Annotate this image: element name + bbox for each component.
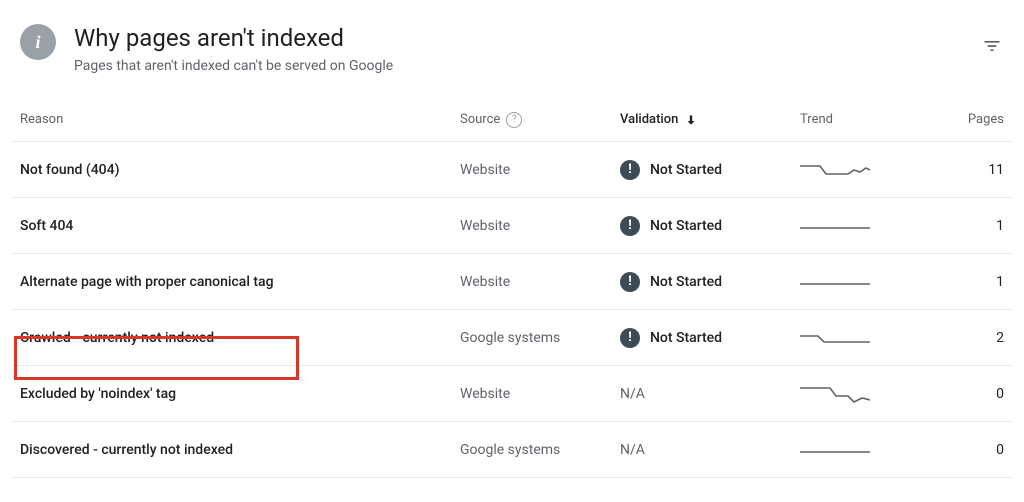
alert-icon: ! — [620, 216, 640, 236]
trend-cell — [800, 212, 920, 240]
reason-text: Excluded by 'noindex' tag — [20, 386, 176, 402]
source-cell: Website — [460, 218, 620, 234]
source-cell: Google systems — [460, 330, 620, 346]
validation-text: Not Started — [650, 330, 722, 346]
validation-cell: N/A — [620, 386, 800, 402]
col-pages-label: Pages — [968, 112, 1004, 127]
alert-icon: ! — [620, 272, 640, 292]
reason-cell: Excluded by 'noindex' tag — [20, 386, 460, 402]
validation-text: N/A — [620, 386, 645, 402]
trend-cell — [800, 380, 920, 408]
table-row[interactable]: Crawled - currently not indexed Google sy… — [12, 310, 1012, 366]
alert-icon: ! — [620, 328, 640, 348]
validation-cell: ! Not Started — [620, 272, 800, 292]
pages-cell: 1 — [920, 274, 1004, 290]
col-source[interactable]: Source ? — [460, 112, 620, 128]
validation-cell: ! Not Started — [620, 160, 800, 180]
col-reason-label: Reason — [20, 112, 63, 127]
sparkline-icon — [800, 212, 870, 240]
table-row[interactable]: Soft 404 Website! Not Started 1 — [12, 198, 1012, 254]
reason-text: Soft 404 — [20, 218, 73, 234]
reasons-table: Reason Source ? Validation Trend Pages N… — [12, 98, 1012, 478]
pages-cell: 11 — [920, 162, 1004, 178]
validation-text: Not Started — [650, 218, 722, 234]
table-row[interactable]: Not found (404) Website! Not Started 11 — [12, 142, 1012, 198]
col-reason[interactable]: Reason — [20, 112, 460, 127]
col-pages[interactable]: Pages — [920, 112, 1004, 127]
trend-cell — [800, 156, 920, 184]
table-body: Not found (404)Website!Not Started11Soft… — [12, 142, 1012, 478]
col-trend[interactable]: Trend — [800, 112, 920, 127]
validation-cell: ! Not Started — [620, 216, 800, 236]
page-header: i Why pages aren't indexed Pages that ar… — [12, 16, 1012, 98]
col-trend-label: Trend — [800, 112, 833, 127]
col-source-label: Source — [460, 112, 500, 127]
reason-cell: Discovered - currently not indexed — [20, 442, 460, 458]
sparkline-icon — [800, 268, 870, 296]
table-row[interactable]: Excluded by 'noindex' tag WebsiteN/A 0 — [12, 366, 1012, 422]
table-row[interactable]: Discovered - currently not indexed Google… — [12, 422, 1012, 478]
pages-cell: 2 — [920, 330, 1004, 346]
col-validation-label: Validation — [620, 112, 678, 127]
table-row[interactable]: Alternate page with proper canonical tag… — [12, 254, 1012, 310]
pages-cell: 0 — [920, 386, 1004, 402]
validation-text: N/A — [620, 442, 645, 458]
reason-text: Alternate page with proper canonical tag — [20, 274, 274, 290]
alert-icon: ! — [620, 160, 640, 180]
pages-cell: 0 — [920, 442, 1004, 458]
reason-text: Crawled - currently not indexed — [20, 330, 214, 346]
source-cell: Google systems — [460, 442, 620, 458]
page-title: Why pages aren't indexed — [74, 24, 1004, 52]
trend-cell — [800, 268, 920, 296]
trend-cell — [800, 324, 920, 352]
reason-cell: Alternate page with proper canonical tag — [20, 274, 460, 290]
reason-text: Not found (404) — [20, 162, 119, 178]
pages-cell: 1 — [920, 218, 1004, 234]
sparkline-icon — [800, 380, 870, 408]
col-validation[interactable]: Validation — [620, 112, 800, 127]
validation-text: Not Started — [650, 274, 722, 290]
source-cell: Website — [460, 386, 620, 402]
sparkline-icon — [800, 324, 870, 352]
reason-cell: Soft 404 — [20, 218, 460, 234]
sparkline-icon — [800, 156, 870, 184]
sort-descending-icon — [684, 113, 698, 127]
reason-text: Discovered - currently not indexed — [20, 442, 233, 458]
source-cell: Website — [460, 274, 620, 290]
help-icon[interactable]: ? — [506, 112, 522, 128]
validation-cell: N/A — [620, 442, 800, 458]
validation-text: Not Started — [650, 162, 722, 178]
reason-cell: Crawled - currently not indexed — [20, 330, 460, 346]
source-cell: Website — [460, 162, 620, 178]
sparkline-icon — [800, 436, 870, 464]
info-icon: i — [20, 24, 56, 60]
validation-cell: ! Not Started — [620, 328, 800, 348]
filter-button[interactable] — [980, 34, 1004, 58]
page-subtitle: Pages that aren't indexed can't be serve… — [74, 58, 1004, 74]
trend-cell — [800, 436, 920, 464]
reason-cell: Not found (404) — [20, 162, 460, 178]
filter-icon — [982, 36, 1002, 56]
table-header-row: Reason Source ? Validation Trend Pages — [12, 98, 1012, 142]
